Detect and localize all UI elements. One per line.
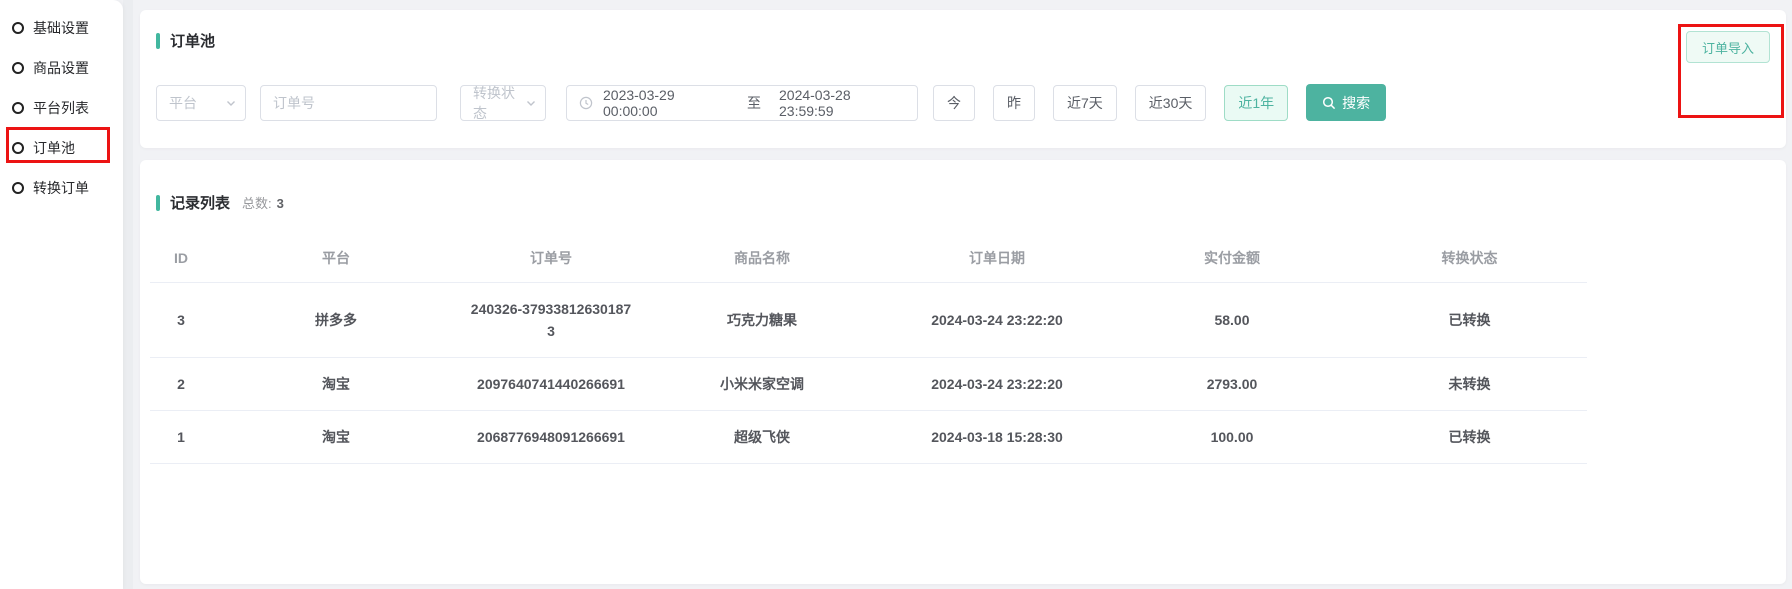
panel-title: 记录列表 总数: 3 [140, 160, 1786, 213]
table-cell: 淘宝 [212, 358, 460, 411]
sidebar: 基础设置商品设置平台列表订单池转换订单 [0, 0, 123, 589]
platform-select[interactable]: 平台 [156, 85, 246, 121]
sidebar-menu: 基础设置商品设置平台列表订单池转换订单 [0, 8, 123, 208]
table-cell: 巧克力糖果 [642, 283, 882, 358]
accent-bar [156, 195, 160, 211]
table-row: 2淘宝2097640741440266691小米米家空调2024-03-24 2… [150, 358, 1587, 411]
circle-icon [12, 102, 24, 114]
table-cell: 已转换 [1352, 411, 1587, 464]
record-total: 总数: 3 [242, 193, 284, 212]
column-header-商品名称: 商品名称 [642, 234, 882, 283]
table-cell: 2097640741440266691 [460, 358, 642, 411]
quick-date-button-近1年[interactable]: 近1年 [1224, 85, 1288, 121]
table-cell: 2793.00 [1112, 358, 1352, 411]
table-cell: 2068776948091266691 [460, 411, 642, 464]
record-list-title: 记录列表 [170, 192, 230, 213]
sidebar-item-label: 商品设置 [33, 58, 89, 78]
sidebar-item-订单池[interactable]: 订单池 [0, 128, 123, 168]
sidebar-item-label: 平台列表 [33, 98, 89, 118]
sidebar-item-平台列表[interactable]: 平台列表 [0, 88, 123, 128]
record-total-label: 总数: [242, 196, 272, 211]
quick-date-button-近30天[interactable]: 近30天 [1135, 85, 1207, 121]
date-range-separator: 至 [747, 93, 761, 113]
column-header-平台: 平台 [212, 234, 460, 283]
filter-bar: 平台 转换状态 [156, 84, 1386, 121]
table-cell: 58.00 [1112, 283, 1352, 358]
circle-icon [12, 22, 24, 34]
record-total-value: 3 [277, 196, 284, 211]
quick-date-button-今[interactable]: 今 [933, 85, 975, 121]
circle-icon [12, 182, 24, 194]
accent-bar [156, 33, 160, 49]
table-row: 1淘宝2068776948091266691超级飞侠2024-03-18 15:… [150, 411, 1587, 464]
sidebar-item-label: 订单池 [33, 138, 75, 158]
column-header-ID: ID [150, 234, 212, 283]
table-cell: 小米米家空调 [642, 358, 882, 411]
chevron-down-icon [525, 97, 537, 109]
table-cell: 2024-03-24 23:22:20 [882, 283, 1112, 358]
record-list-panel: 记录列表 总数:3 ID平台订单号商品名称订单日期实付金额转换状态 3拼多多24… [140, 160, 1786, 584]
records-table-wrap: ID平台订单号商品名称订单日期实付金额转换状态 3拼多多240326-37933… [150, 234, 1776, 464]
table-row: 3拼多多240326-379338126301873巧克力糖果2024-03-2… [150, 283, 1587, 358]
page-title: 订单池 [170, 30, 215, 51]
order-pool-panel: 订单池 订单导入 平台 转换状态 [140, 10, 1786, 148]
sidebar-gutter [123, 0, 133, 589]
table-cell: 240326-379338126301873 [460, 283, 642, 358]
platform-select-placeholder: 平台 [169, 93, 197, 113]
order-no-field-wrap [260, 85, 437, 121]
search-button-label: 搜索 [1342, 93, 1370, 113]
order-no-input[interactable] [273, 95, 424, 111]
convert-status-placeholder: 转换状态 [473, 83, 525, 123]
clock-icon [579, 96, 593, 110]
table-cell: 拼多多 [212, 283, 460, 358]
date-range-picker[interactable]: 2023-03-29 00:00:00 至 2024-03-28 23:59:5… [566, 85, 918, 121]
table-cell: 100.00 [1112, 411, 1352, 464]
quick-date-button-近7天[interactable]: 近7天 [1053, 85, 1117, 121]
table-cell: 2 [150, 358, 212, 411]
table-body: 3拼多多240326-379338126301873巧克力糖果2024-03-2… [150, 283, 1587, 464]
table-cell: 1 [150, 411, 212, 464]
circle-icon [12, 62, 24, 74]
date-range-end: 2024-03-28 23:59:59 [779, 87, 905, 119]
column-header-实付金额: 实付金额 [1112, 234, 1352, 283]
column-header-订单号: 订单号 [460, 234, 642, 283]
table-cell: 3 [150, 283, 212, 358]
convert-status-select[interactable]: 转换状态 [460, 85, 546, 121]
date-range-start: 2023-03-29 00:00:00 [603, 87, 729, 119]
sidebar-item-基础设置[interactable]: 基础设置 [0, 8, 123, 48]
column-header-订单日期: 订单日期 [882, 234, 1112, 283]
table-cell: 淘宝 [212, 411, 460, 464]
circle-icon [12, 142, 24, 154]
table-cell: 未转换 [1352, 358, 1587, 411]
sidebar-item-商品设置[interactable]: 商品设置 [0, 48, 123, 88]
sidebar-item-label: 基础设置 [33, 18, 89, 38]
sidebar-item-label: 转换订单 [33, 178, 89, 198]
table-cell: 2024-03-24 23:22:20 [882, 358, 1112, 411]
table-cell: 已转换 [1352, 283, 1587, 358]
table-cell: 超级飞侠 [642, 411, 882, 464]
search-button[interactable]: 搜索 [1306, 84, 1386, 121]
quick-date-button-昨[interactable]: 昨 [993, 85, 1035, 121]
sidebar-item-转换订单[interactable]: 转换订单 [0, 168, 123, 208]
panel-title: 订单池 [140, 10, 1786, 51]
records-table: ID平台订单号商品名称订单日期实付金额转换状态 3拼多多240326-37933… [150, 234, 1587, 464]
quick-date-buttons: 今昨近7天近30天近1年 [933, 85, 1306, 121]
search-icon [1322, 96, 1336, 110]
table-cell: 2024-03-18 15:28:30 [882, 411, 1112, 464]
column-header-转换状态: 转换状态 [1352, 234, 1587, 283]
order-import-button[interactable]: 订单导入 [1686, 31, 1770, 63]
main-content: 订单池 订单导入 平台 转换状态 [133, 0, 1792, 589]
table-header-row: ID平台订单号商品名称订单日期实付金额转换状态 [150, 234, 1587, 283]
chevron-down-icon [225, 97, 237, 109]
